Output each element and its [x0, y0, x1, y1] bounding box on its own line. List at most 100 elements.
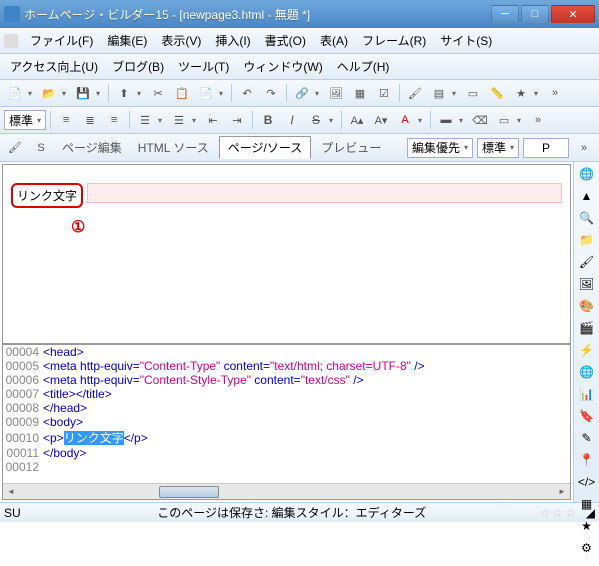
maximize-button[interactable]: □	[521, 5, 549, 23]
link-icon[interactable]: 🔗	[291, 82, 313, 104]
copy-icon[interactable]: 📋	[171, 82, 193, 104]
more2-icon[interactable]: »	[527, 109, 549, 131]
menu-tool[interactable]: ツール(T)	[172, 56, 235, 77]
brush2-icon[interactable]: 🖌	[4, 137, 26, 159]
side-flash-icon[interactable]: ⚡	[577, 342, 597, 358]
rating-stars[interactable]: ☆☆☆	[539, 506, 577, 520]
selection-bar	[87, 183, 562, 203]
side-up-icon[interactable]: ▲	[577, 188, 597, 204]
layout-icon[interactable]: ▭	[462, 82, 484, 104]
clear-icon[interactable]: ⌫	[469, 109, 491, 131]
menu-insert[interactable]: 挿入(I)	[209, 30, 256, 51]
close-button[interactable]: ✕	[551, 5, 595, 23]
side-chart-icon[interactable]: 📊	[577, 386, 597, 402]
fill-icon[interactable]: ▬	[435, 109, 457, 131]
menu-help[interactable]: ヘルプ(H)	[331, 56, 396, 77]
outdent-icon[interactable]: ⇤	[202, 109, 224, 131]
indent-icon[interactable]: ⇥	[226, 109, 248, 131]
scroll-right-icon[interactable]: ►	[554, 485, 570, 499]
toolbar-format: 標準▾ ≡ ≣ ≡ ☰▾ ☰▾ ⇤ ⇥ B I S▾ A▴ A▾ A▾ ▬▾ ⌫…	[0, 107, 599, 134]
cut-icon[interactable]: ✂	[147, 82, 169, 104]
scroll-left-icon[interactable]: ◄	[3, 485, 19, 499]
style-combo[interactable]: 標準▾	[4, 110, 46, 130]
redo-icon[interactable]: ↷	[260, 82, 282, 104]
grid-icon[interactable]: ▤	[428, 82, 450, 104]
side-star-icon[interactable]: ★	[577, 518, 597, 534]
menubar-1: ファイル(F) 編集(E) 表示(V) 挿入(I) 書式(O) 表(A) フレー…	[0, 28, 599, 54]
titlebar: ホームページ・ビルダー15 - [newpage3.html - 無題 *] ─…	[0, 0, 599, 28]
edit-priority-combo[interactable]: 編集優先▾	[407, 138, 473, 158]
menu-format[interactable]: 書式(O)	[259, 30, 312, 51]
form-icon[interactable]: ☑	[373, 82, 395, 104]
horizontal-scrollbar[interactable]: ◄ ►	[3, 483, 570, 499]
align-right-icon[interactable]: ≡	[103, 109, 125, 131]
link-text-element[interactable]: リンク文字	[11, 183, 83, 208]
undo-icon[interactable]: ↶	[236, 82, 258, 104]
side-palette-icon[interactable]: 🎨	[577, 298, 597, 314]
menu-file[interactable]: ファイル(F)	[24, 30, 99, 51]
side-pin-icon[interactable]: 📍	[577, 452, 597, 468]
minimize-button[interactable]: ─	[491, 5, 519, 23]
save-icon[interactable]: 💾	[72, 82, 94, 104]
list-ol-icon[interactable]: ☰	[168, 109, 190, 131]
font-bigger-icon[interactable]: A▴	[346, 109, 368, 131]
tab-preview[interactable]: プレビュー	[315, 137, 387, 158]
side-code-icon[interactable]: </>	[577, 474, 597, 490]
menu-access[interactable]: アクセス向上(U)	[4, 56, 104, 77]
source-icon[interactable]: S	[30, 137, 52, 159]
window-title: ホームページ・ビルダー15 - [newpage3.html - 無題 *]	[24, 6, 491, 23]
italic-icon[interactable]: I	[281, 109, 303, 131]
resize-grip-icon[interactable]: ◢	[586, 506, 595, 520]
status-left: SU	[4, 506, 44, 520]
align-center-icon[interactable]: ≣	[79, 109, 101, 131]
bold-icon[interactable]: B	[257, 109, 279, 131]
strike-icon[interactable]: S	[305, 109, 327, 131]
side-edit-icon[interactable]: ✎	[577, 430, 597, 446]
preview-pane[interactable]: リンク文字 ①	[3, 165, 570, 343]
tabbar: 🖌 S ページ編集 HTML ソース ページ/ソース プレビュー 編集優先▾ 標…	[0, 134, 599, 162]
p-combo[interactable]: P	[523, 138, 569, 158]
align-left-icon[interactable]: ≡	[55, 109, 77, 131]
font-smaller-icon[interactable]: A▾	[370, 109, 392, 131]
expand-icon[interactable]: »	[573, 137, 595, 159]
tab-page-edit[interactable]: ページ編集	[56, 137, 128, 158]
side-globe-icon[interactable]: 🌐	[577, 166, 597, 182]
statusbar: SU このページは保存さ: 編集スタイル：エディターズ ☆☆☆ ◢	[0, 502, 599, 522]
side-search-icon[interactable]: 🔍	[577, 210, 597, 226]
brush-icon[interactable]: 🖌	[404, 82, 426, 104]
side-folder-icon[interactable]: 📁	[577, 232, 597, 248]
side-image-icon[interactable]: 🖼	[577, 276, 597, 292]
side-brush-icon[interactable]: 🖌	[577, 254, 597, 270]
table-icon[interactable]: ▦	[349, 82, 371, 104]
menu-window[interactable]: ウィンドウ(W)	[237, 56, 328, 77]
std-combo[interactable]: 標準▾	[477, 138, 519, 158]
side-globe2-icon[interactable]: 🌐	[577, 364, 597, 380]
ruler-icon[interactable]: 📏	[486, 82, 508, 104]
menu-blog[interactable]: ブログ(B)	[106, 56, 170, 77]
new-icon[interactable]: 📄	[4, 82, 26, 104]
font-color-icon[interactable]: A	[394, 109, 416, 131]
more-icon[interactable]: »	[544, 82, 566, 104]
tab-page-source[interactable]: ページ/ソース	[219, 136, 312, 159]
source-pane[interactable]: 00004<head> 00005<meta http-equiv="Conte…	[3, 343, 570, 483]
open-icon[interactable]: 📂	[38, 82, 60, 104]
app-icon	[4, 6, 20, 22]
side-tag-icon[interactable]: 🔖	[577, 408, 597, 424]
scroll-thumb[interactable]	[159, 486, 219, 498]
side-clip-icon[interactable]: 🎬	[577, 320, 597, 336]
paste-icon[interactable]: 📄	[195, 82, 217, 104]
highlight-icon[interactable]: ▭	[493, 109, 515, 131]
menu-site[interactable]: サイト(S)	[434, 30, 498, 51]
menu-edit[interactable]: 編集(E)	[101, 30, 153, 51]
favorite-icon[interactable]: ★	[510, 82, 532, 104]
menu-frame[interactable]: フレーム(R)	[356, 30, 432, 51]
side-gear-icon[interactable]: ⚙	[577, 540, 597, 556]
menu-table[interactable]: 表(A)	[314, 30, 354, 51]
list-ul-icon[interactable]: ☰	[134, 109, 156, 131]
tab-html-source[interactable]: HTML ソース	[132, 137, 215, 158]
status-center: このページは保存さ: 編集スタイル：エディターズ	[52, 504, 531, 521]
publish-icon[interactable]: ⬆	[113, 82, 135, 104]
menu-view[interactable]: 表示(V)	[155, 30, 207, 51]
toolbar-main: 📄▾ 📂▾ 💾▾ ⬆▾ ✂ 📋 📄▾ ↶ ↷ 🔗▾ 🖼 ▦ ☑ 🖌 ▤▾ ▭ 📏…	[0, 80, 599, 107]
image-icon[interactable]: 🖼	[325, 82, 347, 104]
